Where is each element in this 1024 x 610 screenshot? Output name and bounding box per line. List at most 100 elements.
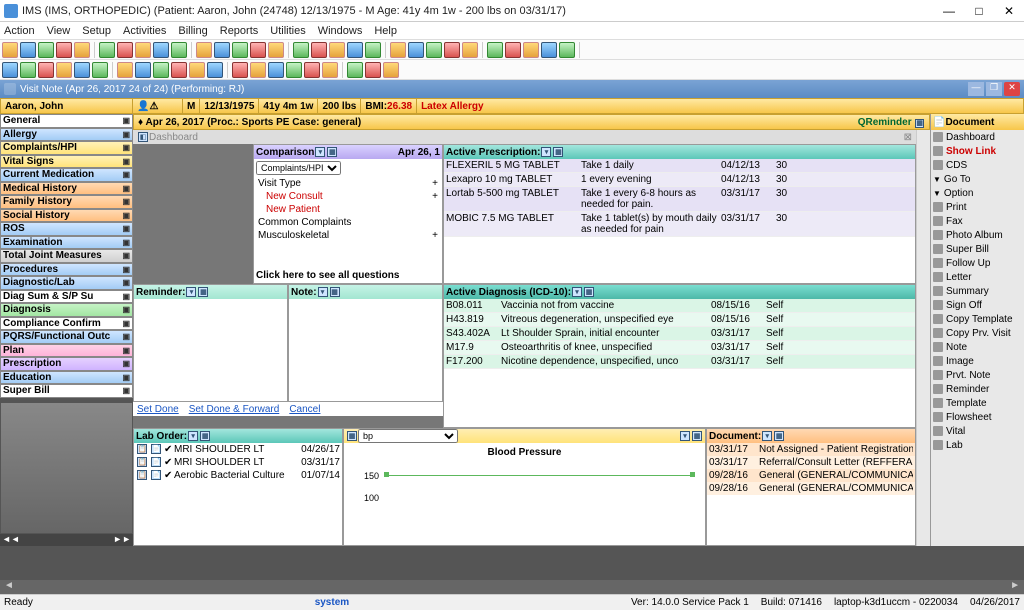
- patient-icons[interactable]: 👤⚠: [133, 99, 183, 113]
- toolbar-icon[interactable]: [117, 42, 133, 58]
- dx-row[interactable]: S43.402ALt Shoulder Sprain, initial enco…: [444, 327, 915, 341]
- toolbar-icon[interactable]: [196, 42, 212, 58]
- toolbar-icon[interactable]: [232, 42, 248, 58]
- nav-ros[interactable]: ROS▣: [0, 222, 133, 236]
- nav-current-medication[interactable]: Current Medication▣: [0, 168, 133, 182]
- toolbar-icon[interactable]: [311, 42, 327, 58]
- toolbar-icon[interactable]: [92, 62, 108, 78]
- qreminder-link[interactable]: QReminder: [858, 117, 912, 128]
- toolbar-icon[interactable]: [38, 62, 54, 78]
- toolbar-icon[interactable]: [20, 42, 36, 58]
- menu-utilities[interactable]: Utilities: [270, 25, 305, 37]
- action-prvt-note[interactable]: Prvt. Note: [931, 368, 1024, 382]
- hscroll-left[interactable]: ◄: [4, 580, 14, 594]
- nav-plan[interactable]: Plan▣: [0, 344, 133, 358]
- action-go-to[interactable]: ▼ Go To: [931, 172, 1024, 186]
- menu-help[interactable]: Help: [374, 25, 397, 37]
- action-reminder[interactable]: Reminder: [931, 382, 1024, 396]
- dashboard-close-icon[interactable]: ⊠: [904, 132, 912, 143]
- toolbar-icon[interactable]: [135, 42, 151, 58]
- dx-row[interactable]: H43.819Vitreous degeneration, unspecifie…: [444, 313, 915, 327]
- chart-select[interactable]: bp: [358, 429, 458, 443]
- menu-activities[interactable]: Activities: [123, 25, 166, 37]
- grid-icon[interactable]: ▦: [553, 147, 563, 157]
- toolbar-icon[interactable]: [171, 62, 187, 78]
- toolbar-icon[interactable]: [559, 42, 575, 58]
- menu-reports[interactable]: Reports: [220, 25, 259, 37]
- menu-view[interactable]: View: [47, 25, 71, 37]
- toolbar-icon[interactable]: [2, 62, 18, 78]
- toolbar-icon[interactable]: [268, 42, 284, 58]
- nav-procedures[interactable]: Procedures▣: [0, 263, 133, 277]
- toolbar-icon[interactable]: [2, 42, 18, 58]
- filter-icon[interactable]: ▾: [315, 147, 325, 157]
- menu-action[interactable]: Action: [4, 25, 35, 37]
- comparison-footer[interactable]: Click here to see all questions: [254, 268, 442, 283]
- nav-prescription[interactable]: Prescription▣: [0, 357, 133, 371]
- action-show-link[interactable]: Show Link: [931, 144, 1024, 158]
- action-super-bill[interactable]: Super Bill: [931, 242, 1024, 256]
- toolbar-icon[interactable]: [365, 62, 381, 78]
- dx-row[interactable]: B08.011Vaccinia not from vaccine08/15/16…: [444, 299, 915, 313]
- document-row[interactable]: 03/31/17Not Assigned - Patient Registrat…: [707, 443, 915, 456]
- nav-allergy[interactable]: Allergy▣: [0, 128, 133, 142]
- menu-windows[interactable]: Windows: [318, 25, 363, 37]
- toolbar-icon[interactable]: [444, 42, 460, 58]
- toolbar-icon[interactable]: [74, 62, 90, 78]
- action-dashboard[interactable]: Dashboard: [931, 130, 1024, 144]
- comparison-row[interactable]: New Consult+: [254, 190, 442, 203]
- rx-row[interactable]: FLEXERIL 5 MG TABLETTake 1 daily04/12/13…: [444, 159, 915, 173]
- toolbar-icon[interactable]: [135, 62, 151, 78]
- comparison-select[interactable]: Complaints/HPI: [256, 161, 341, 175]
- toolbar-icon[interactable]: [426, 42, 442, 58]
- action-sign-off[interactable]: Sign Off: [931, 298, 1024, 312]
- grid-icon[interactable]: ▦: [327, 147, 337, 157]
- action-option[interactable]: ▼ Option: [931, 186, 1024, 200]
- toolbar-icon[interactable]: [408, 42, 424, 58]
- toolbar-icon[interactable]: [383, 62, 399, 78]
- rx-row[interactable]: MOBIC 7.5 MG TABLETTake 1 tablet(s) by m…: [444, 212, 915, 237]
- toolbar-icon[interactable]: [304, 62, 320, 78]
- toolbar-icon[interactable]: [541, 42, 557, 58]
- toolbar-icon[interactable]: [347, 42, 363, 58]
- toolbar-icon[interactable]: [390, 42, 406, 58]
- set-done-forward-link[interactable]: Set Done & Forward: [189, 404, 280, 415]
- document-row[interactable]: 09/28/16General (GENERAL/COMMUNICAT: [707, 482, 915, 495]
- nav-education[interactable]: Education▣: [0, 371, 133, 385]
- nav-general[interactable]: General▣: [0, 114, 133, 128]
- nav-vital-signs[interactable]: Vital Signs▣: [0, 155, 133, 169]
- lab-row[interactable]: 📋📄✔Aerobic Bacterial Culture01/07/14: [134, 469, 342, 482]
- scrollbar[interactable]: [916, 130, 930, 546]
- toolbar-icon[interactable]: [347, 62, 363, 78]
- nav-medical-history[interactable]: Medical History▣: [0, 182, 133, 196]
- action-summary[interactable]: Summary: [931, 284, 1024, 298]
- action-cds[interactable]: CDS: [931, 158, 1024, 172]
- child-restore[interactable]: ❐: [986, 82, 1002, 96]
- comparison-row[interactable]: Visit Type+: [254, 177, 442, 190]
- dx-row[interactable]: M17.9Osteoarthritis of knee, unspecified…: [444, 341, 915, 355]
- child-minimize[interactable]: —: [968, 82, 984, 96]
- action-lab[interactable]: Lab: [931, 438, 1024, 452]
- action-follow-up[interactable]: Follow Up: [931, 256, 1024, 270]
- toolbar-icon[interactable]: [99, 42, 115, 58]
- toolbar-icon[interactable]: [214, 42, 230, 58]
- toolbar-icon[interactable]: [207, 62, 223, 78]
- toolbar-icon[interactable]: [20, 62, 36, 78]
- comparison-row[interactable]: Musculoskeletal+: [254, 229, 442, 242]
- toolbar-icon[interactable]: [38, 42, 54, 58]
- nav-examination[interactable]: Examination▣: [0, 236, 133, 250]
- action-flowsheet[interactable]: Flowsheet: [931, 410, 1024, 424]
- document-row[interactable]: 09/28/16General (GENERAL/COMMUNICAT: [707, 469, 915, 482]
- nav-compliance-confirm[interactable]: Compliance Confirm▣: [0, 317, 133, 331]
- child-close[interactable]: ✕: [1004, 82, 1020, 96]
- nav-pqrs-functional-outc[interactable]: PQRS/Functional Outc▣: [0, 330, 133, 344]
- toolbar-icon[interactable]: [56, 62, 72, 78]
- cancel-link[interactable]: Cancel: [289, 404, 320, 415]
- nav-diag-sum-s-p-su[interactable]: Diag Sum & S/P Su▣: [0, 290, 133, 304]
- nav-family-history[interactable]: Family History▣: [0, 195, 133, 209]
- toolbar-icon[interactable]: [153, 42, 169, 58]
- action-note[interactable]: Note: [931, 340, 1024, 354]
- nav-complaints-hpi[interactable]: Complaints/HPI▣: [0, 141, 133, 155]
- toolbar-icon[interactable]: [74, 42, 90, 58]
- hscroll-right[interactable]: ►: [1010, 580, 1020, 594]
